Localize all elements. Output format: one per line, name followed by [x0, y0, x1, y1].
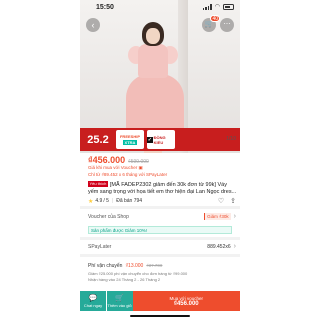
chevron-right-icon: ›	[233, 243, 236, 250]
dong-kieu-badge: ✓ ĐỒNG KIỂU	[147, 130, 175, 149]
status-icons: ◠	[202, 4, 234, 10]
shipping-discount-note: Giảm ₫25.000 phí vận chuyển cho đơn hàng…	[88, 271, 188, 276]
heart-icon[interactable]: ♡	[218, 197, 224, 205]
signal-bars-icon	[202, 4, 212, 10]
status-bar: 15:50 ◠	[80, 0, 240, 16]
chat-icon: 💬	[88, 294, 98, 302]
back-button[interactable]: ‹	[86, 18, 100, 32]
spaylater-value: 889.452x6	[207, 243, 231, 250]
product-title: Yêu thích [MÃ FADEP2302 giảm đến 30k đơn …	[88, 181, 238, 196]
price-row: ₫456.000 ₫599.000	[88, 155, 149, 165]
freeship-badge: FREESHIP XTRA	[116, 130, 144, 149]
promo-date: 25.2	[87, 133, 109, 146]
spaylater-label: SPayLater	[88, 243, 112, 250]
add-to-cart-label: Thêm vào giỏ	[107, 302, 132, 308]
cart-button[interactable]: 🛒 40	[202, 15, 220, 32]
shop-voucher-chip: Giảm ₫30k	[204, 213, 231, 220]
sold-count: Đã bán 794	[116, 198, 143, 204]
wifi-icon: ◠	[214, 4, 220, 10]
cart-icon: 🛒	[204, 21, 214, 28]
photo-counter: 1/10	[226, 136, 236, 142]
buy-with-voucher-price: ₫456.000	[173, 300, 199, 307]
photo-model-skirt	[126, 74, 184, 134]
rating-row: ★ 4.9 / 5 | Đã bán 794 ♡ ⇪	[88, 197, 236, 205]
photo-model-face	[146, 28, 160, 44]
dong-kieu-label: ĐỒNG KIỂU	[153, 134, 166, 145]
product-price: ₫456.000	[88, 155, 126, 165]
product-screen: 15:50 ◠ ‹ 🛒 40 ⋯ 25.2 FREESHIP XTRA ✓ ĐỒ…	[80, 0, 240, 320]
star-icon: ★	[88, 198, 94, 205]
row-actions: ♡ ⇪	[218, 197, 236, 205]
section-divider	[80, 237, 240, 240]
favorite-tag: Yêu thích	[88, 181, 108, 187]
shipping-delivery-note: Nhận hàng vào 24 Tháng 2 - 26 Tháng 2	[88, 277, 161, 282]
freeship-xtra-label: XTRA	[122, 140, 138, 145]
promo-banner[interactable]: 25.2 FREESHIP XTRA ✓ ĐỒNG KIỂU	[80, 128, 240, 151]
spaylater-row[interactable]: SPayLater 889.452x6 ›	[88, 243, 236, 250]
header-actions: 🛒 40 ⋯	[202, 15, 234, 32]
buy-with-voucher-button[interactable]: Mua với voucher ₫456.000	[132, 291, 240, 311]
voucher-icon: ▣	[138, 165, 143, 170]
add-to-cart-button[interactable]: 🛒 Thêm vào giỏ	[106, 291, 133, 311]
section-divider	[80, 254, 240, 257]
status-time: 15:50	[96, 4, 114, 11]
shipping-row[interactable]: Phí vận chuyển ₫13.000 ₫37.700	[88, 263, 236, 269]
rating-separator: |	[111, 198, 114, 204]
more-icon: ⋯	[223, 21, 231, 28]
shipping-price: ₫13.000	[125, 263, 144, 269]
shipping-label: Phí vận chuyển	[88, 263, 123, 269]
more-button[interactable]: ⋯	[220, 18, 234, 32]
freeship-label: FREESHIP	[119, 134, 140, 139]
shipping-old-price: ₫37.700	[146, 263, 163, 268]
voucher-price-note[interactable]: Giá khi mua với Voucher ▣	[88, 165, 143, 171]
battery-icon	[223, 4, 234, 10]
bottom-action-bar: 💬 Chat ngay 🛒 Thêm vào giỏ Mua với vouch…	[80, 291, 240, 311]
cart-badge: 40	[210, 15, 220, 22]
discount-note: Sản phẩm được Giảm 10%!	[88, 226, 232, 234]
chevron-right-icon: ›	[233, 213, 236, 220]
rating-value: 4.9	[95, 198, 103, 204]
share-icon[interactable]: ⇪	[230, 197, 236, 205]
product-title-text: [MÃ FADEP2302 giảm đến 30k đơn từ 99k] V…	[88, 182, 237, 195]
shop-voucher-row[interactable]: Voucher của Shop Giảm ₫30k ›	[88, 213, 236, 220]
rating-max: / 5	[103, 198, 109, 204]
checkmark-icon: ✓	[147, 136, 153, 143]
chat-label: Chat ngay	[83, 302, 103, 308]
add-to-cart-icon: 🛒	[115, 294, 124, 302]
voucher-price-note-text: Giá khi mua với Voucher	[88, 165, 138, 170]
section-divider	[80, 206, 240, 209]
shop-voucher-label: Voucher của Shop	[88, 213, 129, 220]
back-arrow-icon: ‹	[91, 20, 95, 30]
photo-model-dress-top	[138, 44, 168, 78]
home-indicator[interactable]	[130, 315, 190, 317]
chat-button[interactable]: 💬 Chat ngay	[80, 291, 106, 311]
spaylater-note[interactable]: Chỉ từ ₫89.452 x 6 tháng với SPayLater	[88, 172, 167, 177]
